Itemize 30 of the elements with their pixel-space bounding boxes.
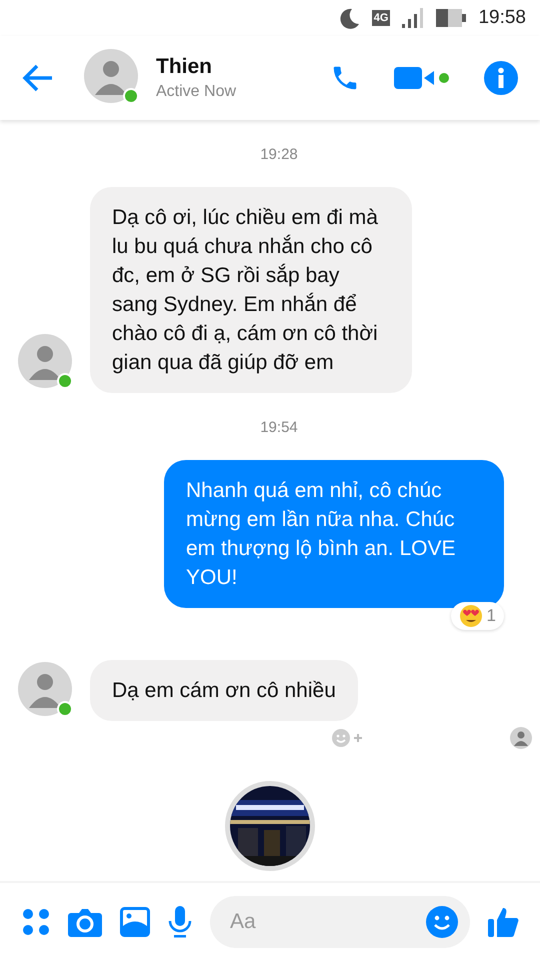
reaction-badge[interactable]: 1 <box>450 602 504 630</box>
apps-icon[interactable] <box>22 908 50 936</box>
reaction-count: 1 <box>486 606 496 626</box>
timestamp: 19:54 <box>260 419 298 436</box>
signal-icon <box>402 8 424 28</box>
active-status: Active Now <box>156 83 238 101</box>
network-badge: 4G <box>372 10 390 26</box>
avatar <box>18 662 72 716</box>
thumbs-up-icon[interactable] <box>488 906 520 938</box>
camera-icon[interactable] <box>68 906 102 936</box>
microphone-icon[interactable] <box>168 906 192 938</box>
clock: 19:58 <box>478 7 526 29</box>
contact-name: Thien <box>156 55 213 79</box>
image-icon[interactable] <box>120 906 150 936</box>
back-arrow-icon[interactable] <box>22 64 54 92</box>
video-call-icon[interactable] <box>394 65 450 91</box>
moon-icon <box>338 7 360 29</box>
avatar <box>18 334 72 388</box>
battery-icon <box>436 8 466 28</box>
message-field[interactable]: Aa <box>210 896 470 948</box>
message-bubble: Nhanh quá em nhỉ, cô chúc mừng em lần nữa nha. Chúc em thượng lộ bình an. LOVE YOU! <box>164 460 504 608</box>
add-reaction-icon[interactable] <box>330 727 364 749</box>
timestamp: 19:28 <box>260 146 298 163</box>
message-input[interactable]: Aa <box>228 908 426 934</box>
message-bubble: Dạ cô ơi, lúc chiều em đi mà lu bu quá chưa nhắn cho cô đc, em ở SG rồi sắp bay sang Sydney. Em nhắn để chào cô đi ạ, cám ơn cô thời gian qua đã giúp đỡ em <box>90 187 412 393</box>
emoji-icon[interactable] <box>426 906 458 938</box>
message-bubble: Dạ em cám ơn cô nhiều <box>90 660 358 721</box>
avatar <box>84 48 138 102</box>
heart-eyes-emoji-icon <box>458 604 483 628</box>
info-icon[interactable] <box>484 61 518 95</box>
